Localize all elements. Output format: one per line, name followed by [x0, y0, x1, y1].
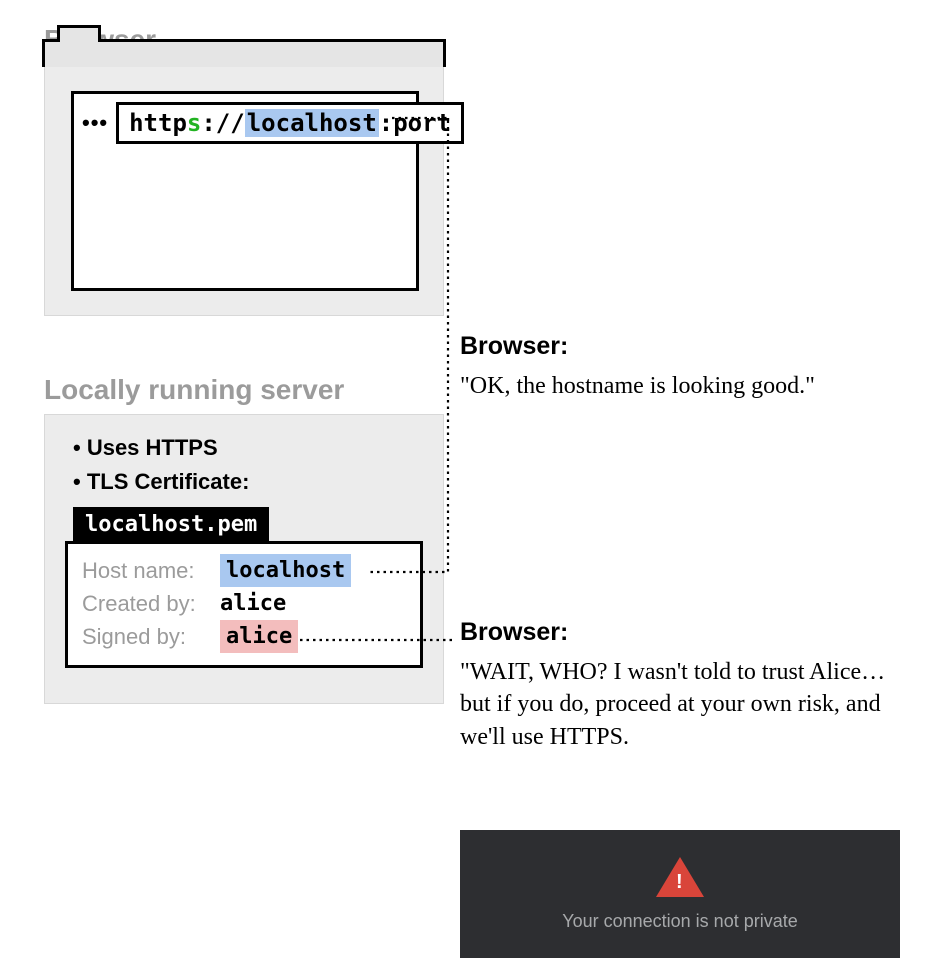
cert-key-createdby: Created by: [82, 587, 220, 620]
server-bullets: Uses HTTPS TLS Certificate: [73, 431, 423, 499]
bullet-tls-certificate: TLS Certificate: [73, 465, 423, 499]
url-scheme-s: s [187, 109, 201, 137]
cert-row-hostname: Host name: localhost [82, 554, 406, 587]
privacy-warning-box: Your connection is not private [460, 830, 900, 958]
privacy-warning-text: Your connection is not private [562, 911, 798, 932]
cert-val-hostname: localhost [220, 554, 351, 587]
address-bar[interactable]: https://localhost:port [116, 102, 464, 144]
certificate-filename: localhost.pem [73, 507, 269, 542]
url-port: :port [379, 109, 451, 137]
annotation-quote-1: "OK, the hostname is looking good." [460, 370, 815, 402]
url-separator: :// [201, 109, 244, 137]
server-panel: Uses HTTPS TLS Certificate: localhost.pe… [44, 414, 444, 704]
section-title-server: Locally running server [44, 374, 344, 406]
certificate-box: Host name: localhost Created by: alice S… [65, 541, 423, 668]
cert-row-createdby: Created by: alice [82, 587, 406, 620]
annotation-heading-2: Browser: [460, 618, 568, 647]
warning-triangle-icon [656, 857, 704, 897]
url-host: localhost [245, 109, 379, 137]
browser-viewport: ••• https://localhost:port [71, 91, 419, 291]
annotation-quote-2: "WAIT, WHO? I wasn't told to trust Alice… [460, 656, 890, 753]
cert-val-createdby: alice [220, 587, 286, 620]
cert-val-signedby: alice [220, 620, 298, 653]
browser-tab-icon [57, 25, 101, 42]
address-row: ••• https://localhost:port [82, 102, 408, 144]
bullet-uses-https: Uses HTTPS [73, 431, 423, 465]
menu-dots-icon: ••• [82, 118, 108, 128]
browser-panel: ••• https://localhost:port [44, 66, 444, 316]
browser-chrome-strip [42, 39, 446, 67]
cert-row-signedby: Signed by: alice [82, 620, 406, 653]
url-scheme-http: http [129, 109, 187, 137]
cert-key-hostname: Host name: [82, 554, 220, 587]
annotation-heading-1: Browser: [460, 332, 568, 361]
cert-key-signedby: Signed by: [82, 620, 220, 653]
